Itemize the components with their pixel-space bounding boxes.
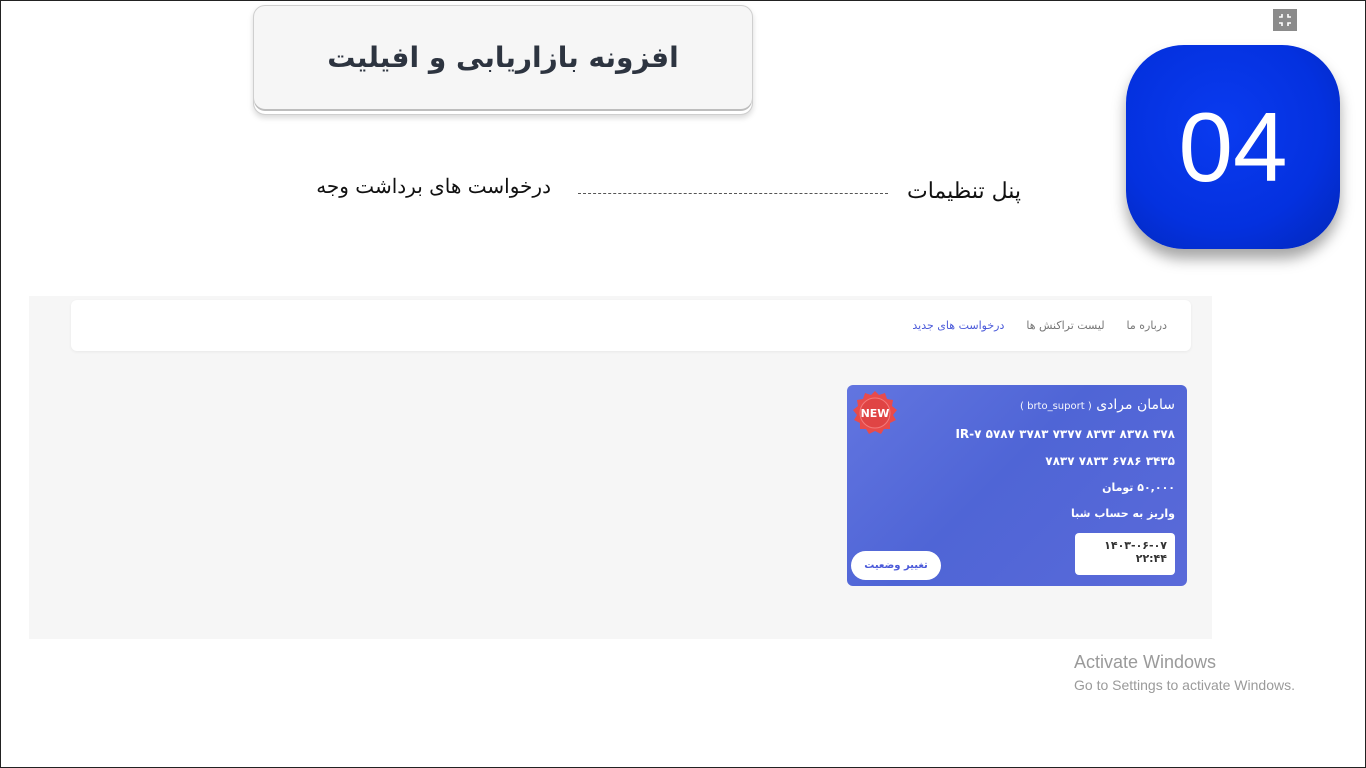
card-amount: ۵۰,۰۰۰ تومان: [1102, 481, 1175, 494]
request-label: درخواست های برداشت وجه: [316, 174, 551, 198]
exit-fullscreen-icon[interactable]: [1273, 9, 1297, 31]
card-datetime: ۱۴۰۳-۰۶-۰۷ ۲۲:۴۴: [1075, 533, 1175, 575]
card-account-number: IR-۷ ۵۷۸۷ ۳۷۸۳ ۷۳۷۷ ۸۳۷۳ ۸۳۷۸ ۳۷۸: [955, 427, 1175, 441]
new-badge: NEW: [851, 389, 899, 437]
withdrawal-request-card: سامان مرادی ( brto_suport ) IR-۷ ۵۷۸۷ ۳۷…: [847, 385, 1187, 586]
new-badge-label: NEW: [860, 406, 890, 420]
activate-windows-subtitle: Go to Settings to activate Windows.: [1074, 677, 1295, 693]
card-user: سامان مرادی ( brto_suport ): [1020, 397, 1175, 413]
card-payment-method: واریز به حساب شبا: [1071, 507, 1175, 520]
nav-links: درخواست های جدید لیست تراکنش ها درباره م…: [912, 300, 1167, 351]
step-number-badge: 04: [1126, 45, 1340, 249]
activate-windows-title: Activate Windows: [1074, 652, 1217, 672]
card-time: ۲۲:۴۴: [1135, 552, 1167, 565]
app-screenshot: درخواست های جدید لیست تراکنش ها درباره م…: [29, 296, 1212, 639]
nav-transactions[interactable]: لیست تراکنش ها: [1026, 319, 1104, 332]
change-status-button[interactable]: تغییر وضعیت: [851, 551, 941, 580]
connector-line: [578, 193, 888, 194]
nav-new-requests[interactable]: درخواست های جدید: [912, 319, 1004, 332]
card-account-number-cont: ۳۴۳۵ ۶۷۸۶ ۷۸۳۳ ۷۸۳۷: [1045, 454, 1175, 468]
app-navbar: درخواست های جدید لیست تراکنش ها درباره م…: [71, 300, 1191, 351]
card-date: ۱۴۰۳-۰۶-۰۷: [1104, 539, 1167, 552]
step-number: 04: [1178, 91, 1288, 202]
card-user-name: سامان مرادی: [1096, 397, 1175, 413]
card-user-handle: ( brto_suport ): [1020, 401, 1092, 412]
title-box: افزونه بازاریابی و افیلیت: [253, 5, 753, 115]
page-title: افزونه بازاریابی و افیلیت: [327, 40, 679, 74]
panel-label: پنل تنظیمات: [907, 179, 1021, 204]
exit-fullscreen-glyph: [1279, 14, 1291, 26]
nav-about[interactable]: درباره ما: [1127, 319, 1167, 332]
